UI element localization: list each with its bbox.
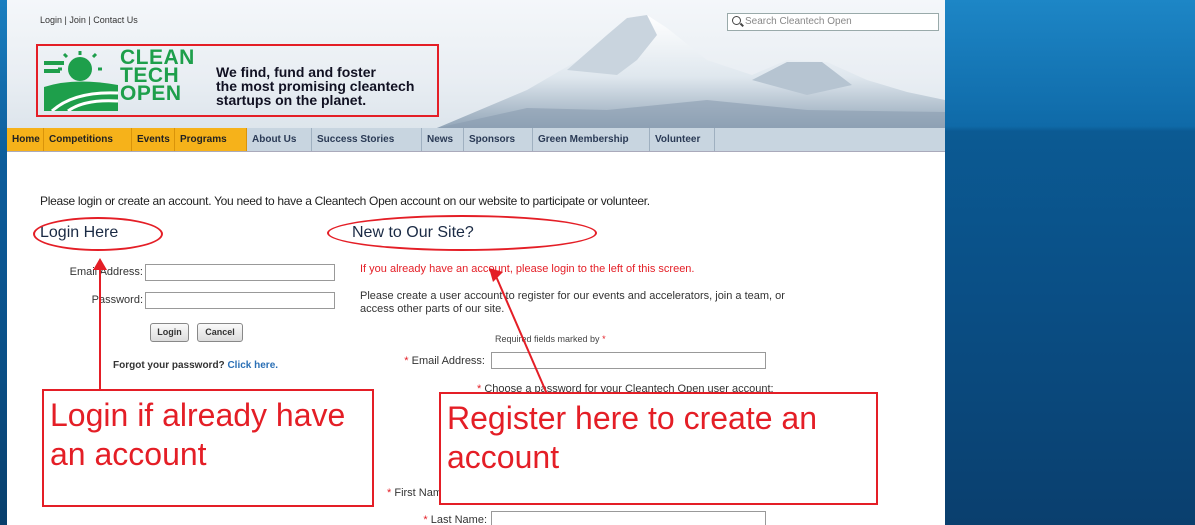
login-callout-text: Login if already have an account [50, 397, 346, 472]
nav-item-about-us[interactable]: About Us [247, 128, 312, 151]
last-name-label: * Last Name: [423, 514, 487, 525]
login-button[interactable]: Login [150, 323, 189, 342]
register-callout-text: Register here to create an account [447, 400, 817, 475]
search-input[interactable]: Search Cleantech Open [727, 13, 939, 31]
nav-item-programs[interactable]: Programs [175, 128, 247, 151]
top-links[interactable]: Login | Join | Contact Us [40, 15, 138, 25]
login-callout: Login if already have an account [42, 389, 374, 507]
forgot-password: Forgot your password? Click here. [113, 360, 279, 371]
nav-item-volunteer[interactable]: Volunteer [650, 128, 715, 151]
page-background-right [945, 0, 1195, 525]
login-callout-arrow [99, 263, 101, 390]
site-header: Login | Join | Contact Us Search Cleante… [7, 0, 945, 128]
register-callout-arrow [489, 268, 548, 395]
page-background-left [0, 0, 7, 525]
intro-text: Please login or create an account. You n… [40, 194, 650, 208]
login-email-input[interactable] [145, 264, 335, 281]
logo-area[interactable]: CLEAN TECH OPEN We find, fund and foster… [36, 44, 439, 117]
nav-item-green-membership[interactable]: Green Membership [533, 128, 650, 151]
login-heading-highlight [33, 217, 163, 251]
register-email-label: * Email Address: [404, 355, 485, 367]
login-password-input[interactable] [145, 292, 335, 309]
register-heading-highlight [327, 215, 597, 251]
nav-item-home[interactable]: Home [7, 128, 44, 151]
nav-item-news[interactable]: News [422, 128, 464, 151]
logo-word-open: OPEN [120, 82, 182, 105]
login-email-label: Email Address: [69, 266, 143, 278]
tagline: We find, fund and foster the most promis… [216, 64, 415, 108]
main-nav: Home Competitions Events Programs About … [7, 128, 945, 152]
nav-item-sponsors[interactable]: Sponsors [464, 128, 533, 151]
last-name-input[interactable] [491, 511, 766, 525]
page-container: Login | Join | Contact Us Search Cleante… [7, 0, 945, 525]
nav-item-success-stories[interactable]: Success Stories [312, 128, 422, 151]
sun-logo-icon [44, 51, 118, 111]
register-callout: Register here to create an account [439, 392, 878, 505]
nav-item-competitions[interactable]: Competitions [44, 128, 132, 151]
login-password-label: Password: [91, 294, 143, 306]
login-arrowhead-icon [93, 258, 107, 270]
search-icon [732, 16, 741, 25]
register-description: Please create a user account to register… [360, 290, 785, 315]
forgot-password-link[interactable]: Click here. [227, 360, 278, 371]
cancel-button[interactable]: Cancel [197, 323, 243, 342]
nav-item-events[interactable]: Events [132, 128, 175, 151]
